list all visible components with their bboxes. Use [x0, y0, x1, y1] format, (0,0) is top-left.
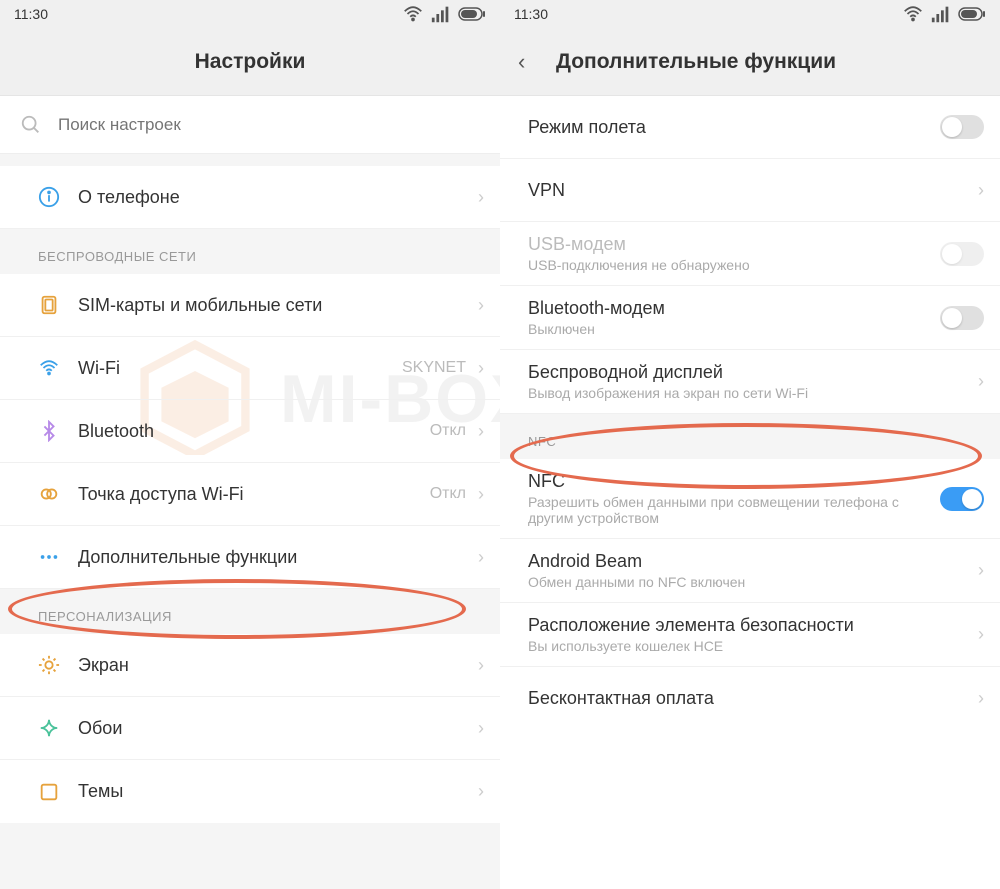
battery-icon [958, 7, 986, 21]
row-sim[interactable]: SIM-карты и мобильные сети › [0, 274, 500, 337]
row-more-functions[interactable]: Дополнительные функции › [0, 526, 500, 589]
toggle-usb [940, 242, 984, 266]
row-label: Бесконтактная оплата [528, 688, 978, 709]
row-android-beam[interactable]: Android Beam Обмен данными по NFC включе… [500, 539, 1000, 603]
row-vpn[interactable]: VPN › [500, 159, 1000, 222]
row-label: Точка доступа Wi-Fi [78, 484, 430, 505]
row-subtitle: Разрешить обмен данными при совмещении т… [528, 494, 940, 526]
row-tap-pay[interactable]: Бесконтактная оплата › [500, 667, 1000, 730]
row-airplane[interactable]: Режим полета [500, 96, 1000, 159]
row-subtitle: Вывод изображения на экран по сети Wi-Fi [528, 385, 978, 401]
info-icon [38, 186, 60, 208]
more-icon [38, 546, 60, 568]
header: Настройки [0, 28, 500, 96]
row-label: Расположение элемента безопасности [528, 615, 978, 636]
row-label: Темы [78, 781, 478, 802]
row-bluetooth[interactable]: Bluetooth Откл › [0, 400, 500, 463]
row-label: Wi-Fi [78, 358, 402, 379]
row-label: NFC [528, 471, 940, 492]
row-value: Откл [430, 422, 466, 440]
chevron-right-icon: › [978, 688, 984, 709]
wallpaper-icon [38, 717, 60, 739]
row-value: SKYNET [402, 359, 466, 377]
row-label: VPN [528, 180, 978, 201]
signal-icon [930, 3, 952, 25]
chevron-right-icon: › [478, 358, 484, 379]
row-label: USB-модем [528, 234, 940, 255]
row-label: Беспроводной дисплей [528, 362, 978, 383]
chevron-right-icon: › [978, 624, 984, 645]
row-hotspot[interactable]: Точка доступа Wi-Fi Откл › [0, 463, 500, 526]
search-input[interactable] [58, 115, 480, 135]
row-subtitle: Обмен данными по NFC включен [528, 574, 978, 590]
themes-icon [38, 781, 60, 803]
row-subtitle: USB-подключения не обнаружено [528, 257, 940, 273]
row-subtitle: Выключен [528, 321, 940, 337]
row-nfc[interactable]: NFC Разрешить обмен данными при совмещен… [500, 459, 1000, 539]
chevron-right-icon: › [978, 180, 984, 201]
chevron-right-icon: › [978, 560, 984, 581]
toggle-nfc[interactable] [940, 487, 984, 511]
bluetooth-icon [38, 420, 60, 442]
wifi-icon [902, 3, 924, 25]
page-title: Настройки [195, 50, 306, 74]
chevron-right-icon: › [478, 781, 484, 802]
screen-more-functions: 11:30 ‹ Дополнительные функции Режим пол… [500, 0, 1000, 889]
chevron-right-icon: › [478, 421, 484, 442]
section-personalization: ПЕРСОНАЛИЗАЦИЯ [0, 589, 500, 634]
row-wifi[interactable]: Wi-Fi SKYNET › [0, 337, 500, 400]
row-security-element[interactable]: Расположение элемента безопасности Вы ис… [500, 603, 1000, 667]
section-nfc: NFC [500, 414, 1000, 459]
header: ‹ Дополнительные функции [500, 28, 1000, 96]
row-label: Дополнительные функции [78, 547, 478, 568]
row-usb-modem: USB-модем USB-подключения не обнаружено [500, 222, 1000, 286]
row-themes[interactable]: Темы › [0, 760, 500, 823]
chevron-right-icon: › [478, 655, 484, 676]
row-label: SIM-карты и мобильные сети [78, 295, 478, 316]
row-label: Bluetooth [78, 421, 430, 442]
wifi-icon [38, 357, 60, 379]
battery-icon [458, 7, 486, 21]
status-icons [902, 3, 986, 25]
chevron-right-icon: › [478, 547, 484, 568]
search-icon [20, 114, 42, 136]
row-about-phone[interactable]: О телефоне › [0, 166, 500, 229]
back-button[interactable]: ‹ [518, 49, 525, 75]
toggle-airplane[interactable] [940, 115, 984, 139]
row-wallpaper[interactable]: Обои › [0, 697, 500, 760]
screen-settings-main: MI-BOX.RU 11:30 Настройки О телефоне › Б… [0, 0, 500, 889]
row-label: Android Beam [528, 551, 978, 572]
row-wireless-display[interactable]: Беспроводной дисплей Вывод изображения н… [500, 350, 1000, 414]
page-title: Дополнительные функции [556, 50, 836, 74]
row-label: О телефоне [78, 187, 478, 208]
row-subtitle: Вы используете кошелек HCE [528, 638, 978, 654]
chevron-right-icon: › [478, 718, 484, 739]
status-time: 11:30 [14, 6, 48, 22]
row-label: Обои [78, 718, 478, 739]
row-label: Bluetooth-модем [528, 298, 940, 319]
sim-icon [38, 294, 60, 316]
chevron-right-icon: › [478, 484, 484, 505]
row-bt-modem[interactable]: Bluetooth-модем Выключен [500, 286, 1000, 350]
chevron-right-icon: › [478, 187, 484, 208]
row-label: Режим полета [528, 117, 940, 138]
status-time: 11:30 [514, 6, 548, 22]
wifi-icon [402, 3, 424, 25]
toggle-bt-modem[interactable] [940, 306, 984, 330]
hotspot-icon [38, 483, 60, 505]
status-bar: 11:30 [0, 0, 500, 28]
signal-icon [430, 3, 452, 25]
chevron-right-icon: › [978, 371, 984, 392]
section-wireless: БЕСПРОВОДНЫЕ СЕТИ [0, 229, 500, 274]
row-display[interactable]: Экран › [0, 634, 500, 697]
sun-icon [38, 654, 60, 676]
search-box[interactable] [0, 96, 500, 154]
status-bar: 11:30 [500, 0, 1000, 28]
row-label: Экран [78, 655, 478, 676]
status-icons [402, 3, 486, 25]
row-value: Откл [430, 485, 466, 503]
chevron-right-icon: › [478, 295, 484, 316]
